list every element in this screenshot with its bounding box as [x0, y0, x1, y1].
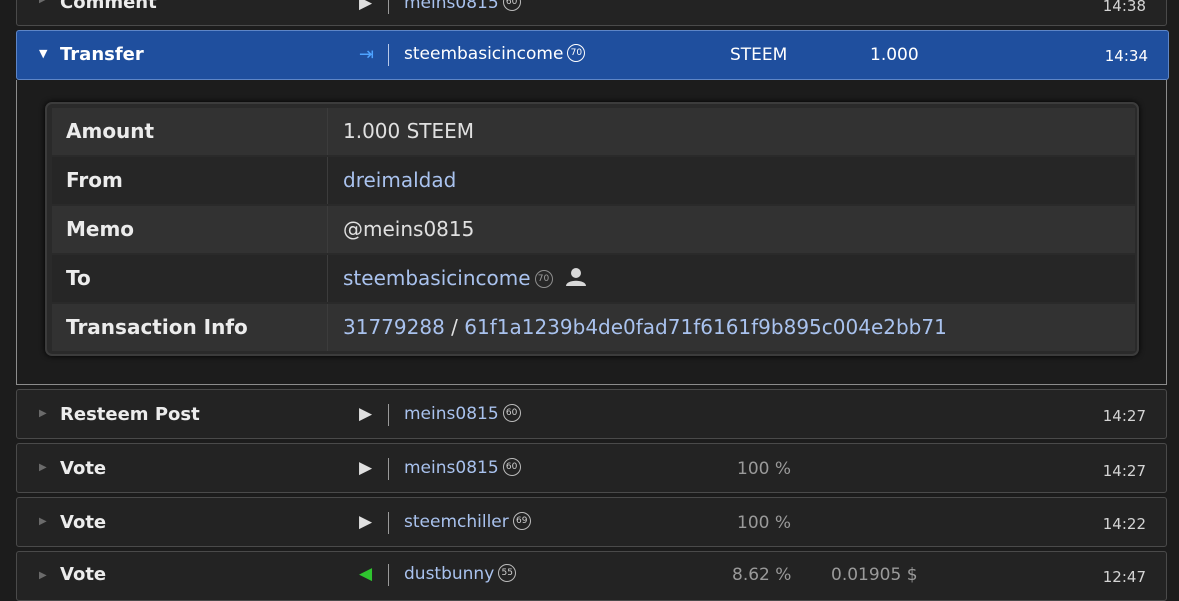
- divider: [388, 458, 389, 480]
- history-row-vote[interactable]: ▶ Vote ▶ meins0815 60 100 % 14:27: [16, 443, 1167, 493]
- reputation-badge: 69: [512, 512, 531, 530]
- detail-key: Amount: [52, 108, 328, 155]
- detail-row-to: To steembasicincome 70: [52, 255, 1135, 302]
- separator: /: [444, 315, 465, 339]
- detail-value: 31779288 / 61f1a1239b4de0fad71f6161f9b89…: [343, 304, 947, 351]
- detail-key: Transaction Info: [52, 304, 328, 351]
- detail-row-memo: Memo @meins0815: [52, 206, 1135, 253]
- caret-right-icon[interactable]: ▶: [39, 570, 47, 581]
- block-link[interactable]: 31779288: [343, 315, 445, 339]
- divider: [388, 44, 389, 66]
- timestamp: 12:47: [1102, 568, 1146, 586]
- username-link[interactable]: steembasicincome 70: [404, 44, 586, 64]
- history-row-transfer[interactable]: ▼ Transfer ⇥ steembasicincome 70 STEEM 1.…: [16, 30, 1169, 80]
- reputation-badge: 70: [534, 270, 553, 288]
- history-row-comment[interactable]: ▶ Comment ▶ meins081560 14:38: [16, 0, 1167, 26]
- reputation-badge: 60: [502, 404, 521, 422]
- divider: [388, 564, 389, 586]
- reputation-badge: 70: [567, 44, 586, 62]
- upvote-triangle-icon: ◀: [359, 564, 373, 584]
- caret-right-icon[interactable]: ▶: [39, 516, 47, 527]
- transfer-detail-panel: Amount 1.000 STEEM From dreimaldad Memo …: [16, 80, 1167, 385]
- tx-hash-link[interactable]: 61f1a1239b4de0fad71f6161f9b895c004e2bb71: [464, 315, 947, 339]
- memo-text: @meins0815: [343, 217, 475, 241]
- timestamp: 14:27: [1102, 407, 1146, 425]
- detail-row-from: From dreimaldad: [52, 157, 1135, 204]
- caret-right-icon[interactable]: ▶: [39, 462, 47, 473]
- detail-table: Amount 1.000 STEEM From dreimaldad Memo …: [45, 102, 1139, 356]
- vote-weight: 100 %: [737, 513, 792, 533]
- play-icon: ▶: [359, 458, 373, 478]
- username-link[interactable]: meins0815 60: [404, 404, 521, 424]
- vote-value: 0.01905 $: [831, 565, 918, 585]
- timestamp: 14:22: [1102, 515, 1146, 533]
- play-icon: ▶: [359, 0, 373, 13]
- divider: [388, 512, 389, 534]
- play-icon: ▶: [359, 404, 373, 424]
- username-link[interactable]: meins0815 60: [404, 0, 521, 13]
- caret-down-icon[interactable]: ▼: [39, 47, 47, 60]
- op-type-label: Vote: [60, 458, 107, 479]
- detail-key: From: [52, 157, 328, 204]
- op-type-label: Vote: [60, 512, 107, 533]
- detail-row-transaction: Transaction Info 31779288 / 61f1a1239b4d…: [52, 304, 1135, 351]
- arrow-in-icon: ⇥: [359, 44, 375, 65]
- detail-value: steembasicincome 70: [343, 255, 587, 302]
- vote-weight: 100 %: [737, 459, 792, 479]
- to-user-link[interactable]: steembasicincome: [343, 266, 531, 290]
- asset-symbol: STEEM: [730, 45, 788, 65]
- user-icon[interactable]: [565, 257, 587, 304]
- divider: [388, 0, 389, 14]
- transfer-amount: 1.000: [870, 45, 919, 65]
- username-link[interactable]: dustbunny 55: [404, 564, 517, 584]
- username-link[interactable]: steemchiller 69: [404, 512, 531, 532]
- timestamp: 14:38: [1102, 0, 1146, 15]
- op-type-label: Vote: [60, 564, 107, 585]
- play-icon: ▶: [359, 512, 373, 532]
- caret-right-icon[interactable]: ▶: [39, 0, 47, 5]
- timestamp: 14:34: [1104, 47, 1148, 65]
- username-link[interactable]: meins0815 60: [404, 458, 521, 478]
- vote-weight: 8.62 %: [732, 565, 792, 585]
- caret-right-icon[interactable]: ▶: [39, 408, 47, 419]
- history-row-vote[interactable]: ▶ Vote ◀ dustbunny 55 8.62 % 0.01905 $ 12…: [16, 551, 1167, 601]
- reputation-badge: 60: [502, 458, 521, 476]
- history-row-vote[interactable]: ▶ Vote ▶ steemchiller 69 100 % 14:22: [16, 497, 1167, 547]
- detail-key: Memo: [52, 206, 328, 253]
- divider: [388, 404, 389, 426]
- detail-key: To: [52, 255, 328, 302]
- timestamp: 14:27: [1102, 462, 1146, 480]
- op-type-label: Transfer: [60, 44, 144, 65]
- op-type-label: Resteem Post: [60, 404, 200, 425]
- detail-value: 1.000 STEEM: [343, 119, 475, 143]
- reputation-badge: 55: [498, 564, 517, 582]
- from-user-link[interactable]: dreimaldad: [343, 157, 456, 204]
- op-type-label: Comment: [60, 0, 157, 13]
- reputation-badge: 60: [502, 0, 521, 11]
- detail-row-amount: Amount 1.000 STEEM: [52, 108, 1135, 155]
- history-row-resteem[interactable]: ▶ Resteem Post ▶ meins0815 60 14:27: [16, 389, 1167, 439]
